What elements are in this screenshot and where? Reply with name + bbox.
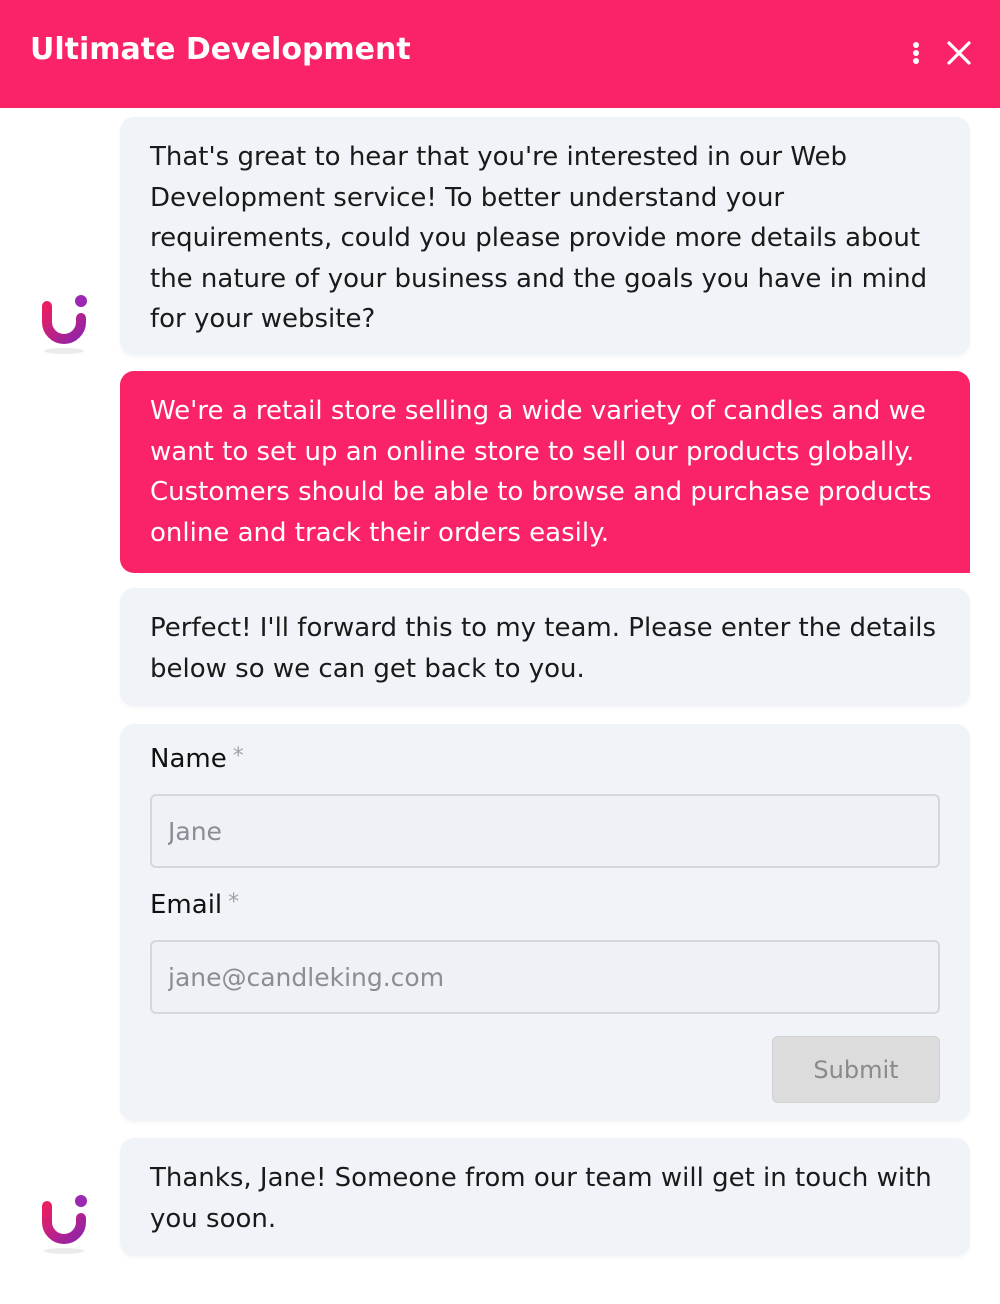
close-icon[interactable]	[940, 34, 978, 72]
user-message: We're a retail store selling a wide vari…	[120, 371, 970, 573]
required-asterisk: *	[228, 890, 240, 915]
bot-avatar	[36, 1190, 92, 1254]
contact-form: Name* Email* Submit	[120, 724, 970, 1121]
chat-header: Ultimate Development	[0, 0, 1000, 108]
email-label-text: Email	[150, 890, 223, 920]
user-message-text: We're a retail store selling a wide vari…	[150, 396, 932, 548]
bot-message: Thanks, Jane! Someone from our team will…	[120, 1138, 970, 1256]
bot-message-text: That's great to hear that you're interes…	[150, 142, 928, 334]
bot-avatar	[36, 290, 92, 354]
name-label-text: Name	[150, 744, 227, 774]
brand-logo-icon	[42, 295, 87, 344]
name-label: Name *	[150, 744, 244, 774]
bot-message: That's great to hear that you're interes…	[120, 117, 970, 355]
required-asterisk: *	[232, 744, 244, 769]
submit-button[interactable]: Submit	[772, 1036, 940, 1103]
brand-logo-icon	[42, 1195, 87, 1244]
bot-message-text: Perfect! I'll forward this to my team. P…	[150, 613, 937, 684]
chat-title: Ultimate Development	[30, 32, 411, 67]
name-input[interactable]	[150, 794, 940, 868]
email-label: Email *	[150, 890, 239, 920]
more-options-icon[interactable]	[903, 36, 929, 70]
bot-message: Perfect! I'll forward this to my team. P…	[120, 588, 970, 706]
bot-message-text: Thanks, Jane! Someone from our team will…	[150, 1163, 932, 1234]
email-input[interactable]	[150, 940, 940, 1014]
